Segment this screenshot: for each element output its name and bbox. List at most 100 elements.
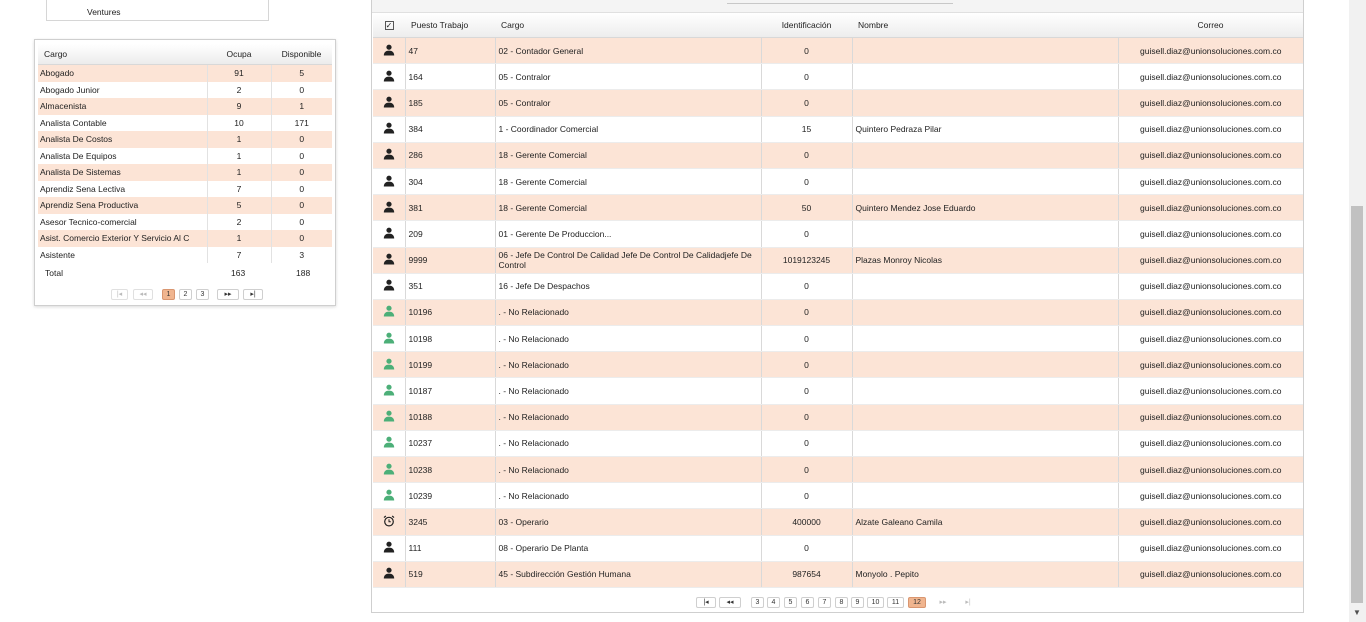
alarm-clock-icon[interactable] (383, 515, 395, 529)
company-selector[interactable]: Ventures (46, 0, 269, 21)
row-status-cell[interactable] (373, 430, 406, 458)
grid-pager-next-button[interactable]: ▸▸ (932, 597, 954, 608)
grid-pager-last-button[interactable]: ▸| (958, 597, 978, 608)
grid-header-nombre[interactable]: Nombre (852, 13, 1118, 38)
user-green-icon[interactable] (383, 436, 395, 450)
grid-pager-first-button[interactable]: |◂ (696, 597, 716, 608)
user-dark-icon[interactable] (383, 567, 395, 581)
checkbox-icon[interactable]: ✓ (384, 21, 394, 30)
table-row[interactable]: 185 05 - Contralor 0 guisell.diaz@unionsolu… (373, 89, 1303, 117)
row-status-cell[interactable] (373, 247, 406, 274)
row-status-cell[interactable] (373, 299, 406, 327)
table-row[interactable]: 351 16 - Jefe De Despachos 0 guisell.diaz@u… (373, 273, 1303, 300)
grid-pager-page-10[interactable]: 10 (867, 597, 884, 608)
grid-pager-page-11[interactable]: 11 (887, 597, 904, 608)
user-dark-icon[interactable] (383, 253, 395, 267)
summary-pager-first-button[interactable]: |◂ (111, 289, 128, 300)
table-row[interactable]: 111 08 - Operario De Planta 0 guisell.diaz@… (373, 535, 1303, 562)
grid-pager-page-12[interactable]: 12 (908, 597, 926, 608)
table-row[interactable]: 209 01 - Gerente De Produccion... 0 guisell… (373, 220, 1303, 248)
user-dark-icon[interactable] (383, 201, 395, 215)
row-status-cell[interactable] (373, 535, 406, 562)
table-row[interactable]: 9999 06 - Jefe De Control De Calidad Jefe… (373, 247, 1303, 274)
user-dark-icon[interactable] (383, 541, 395, 555)
row-status-cell[interactable] (373, 194, 406, 222)
grid-pager-page-4[interactable]: 4 (767, 597, 780, 608)
table-row[interactable]: 286 18 - Gerente Comercial 0 guisell.diaz@u… (373, 142, 1303, 169)
table-row[interactable]: 10196. - No Relacionado 0 guisell.diaz@uni… (373, 299, 1303, 327)
user-dark-icon[interactable] (383, 175, 395, 189)
table-row[interactable]: 164 05 - Contralor 0 guisell.diaz@unionsolu… (373, 63, 1303, 91)
grid-pager-page-5[interactable]: 5 (784, 597, 797, 608)
summary-row[interactable]: Asist. Comercio Exterior Y Servicio Al C… (38, 230, 332, 247)
row-status-cell[interactable] (373, 561, 406, 588)
table-row[interactable]: 384 1 - Coordinador Comercial 15 Quintero P… (373, 116, 1303, 143)
summary-header-cargo[interactable]: Cargo (38, 44, 207, 65)
user-dark-icon[interactable] (383, 44, 395, 58)
page-scrollbar[interactable]: ▼ (1349, 0, 1366, 622)
user-green-icon[interactable] (383, 489, 395, 503)
row-status-cell[interactable] (373, 377, 406, 405)
row-status-cell[interactable] (373, 220, 406, 248)
row-status-cell[interactable] (373, 168, 406, 196)
grid-pager-page-8[interactable]: 8 (835, 597, 848, 608)
summary-row[interactable]: Analista De Equipos 1 0 (38, 147, 332, 164)
user-green-icon[interactable] (383, 305, 395, 319)
user-dark-icon[interactable] (383, 279, 395, 293)
scroll-down-arrow-icon[interactable]: ▼ (1353, 608, 1361, 617)
grid-header-identificacion[interactable]: Identificación (761, 13, 852, 38)
grid-header-correo[interactable]: Correo (1118, 13, 1303, 38)
summary-row[interactable]: Aprendiz Sena Lectiva 7 0 (38, 180, 332, 197)
summary-header-disponible[interactable]: Disponible (271, 44, 332, 65)
table-row[interactable]: 304 18 - Gerente Comercial 0 guisell.diaz@u… (373, 168, 1303, 196)
grid-pager-prev-button[interactable]: ◂◂ (719, 597, 741, 608)
summary-row[interactable]: Analista De Sistemas 1 0 (38, 164, 332, 181)
row-status-cell[interactable] (373, 37, 406, 65)
table-row[interactable]: 3245 03 - Operario 400000 Alzate Galeano Ca… (373, 508, 1303, 536)
summary-pager-page-3[interactable]: 3 (196, 289, 209, 300)
user-dark-icon[interactable] (383, 148, 395, 162)
grid-pager-page-9[interactable]: 9 (851, 597, 864, 608)
select-all-checkbox[interactable]: ✓ (373, 13, 405, 38)
table-row[interactable]: 10187. - No Relacionado 0 guisell.diaz@uni… (373, 377, 1303, 405)
user-green-icon[interactable] (383, 332, 395, 346)
table-row[interactable]: 10239. - No Relacionado 0 guisell.diaz@uni… (373, 482, 1303, 510)
scrollbar-thumb[interactable] (1351, 206, 1363, 603)
table-row[interactable]: 10199. - No Relacionado 0 guisell.diaz@uni… (373, 351, 1303, 379)
table-row[interactable]: 10237. - No Relacionado 0 guisell.diaz@uni… (373, 430, 1303, 458)
table-row[interactable]: 519 45 - Subdirección Gestión Humana 98765… (373, 561, 1303, 588)
table-row[interactable]: 10188. - No Relacionado 0 guisell.diaz@uni… (373, 404, 1303, 431)
row-status-cell[interactable] (373, 404, 406, 431)
summary-row[interactable]: Almacenista 9 1 (38, 98, 332, 115)
grid-pager-page-3[interactable]: 3 (751, 597, 764, 608)
summary-row[interactable]: Abogado Junior 2 0 (38, 81, 332, 98)
summary-row[interactable]: Asesor Tecnico-comercial 2 0 (38, 213, 332, 230)
user-dark-icon[interactable] (383, 227, 395, 241)
user-dark-icon[interactable] (383, 70, 395, 84)
summary-pager-next-button[interactable]: ▸▸ (217, 289, 239, 300)
row-status-cell[interactable] (373, 482, 406, 510)
summary-pager-page-2[interactable]: 2 (179, 289, 192, 300)
summary-row[interactable]: Abogado 91 5 (38, 64, 332, 82)
row-status-cell[interactable] (373, 116, 406, 143)
row-status-cell[interactable] (373, 325, 406, 353)
table-row[interactable]: 381 18 - Gerente Comercial 50 Quintero Mend… (373, 194, 1303, 222)
summary-pager-page-1[interactable]: 1 (162, 289, 175, 300)
grid-pager-page-7[interactable]: 7 (818, 597, 831, 608)
row-status-cell[interactable] (373, 63, 406, 91)
summary-row[interactable]: Aprendiz Sena Productiva 5 0 (38, 197, 332, 214)
table-row[interactable]: 10238. - No Relacionado 0 guisell.diaz@uni… (373, 456, 1303, 484)
user-dark-icon[interactable] (383, 96, 395, 110)
grid-header-cargo[interactable]: Cargo (495, 13, 761, 38)
user-green-icon[interactable] (383, 384, 395, 398)
grid-pager-page-6[interactable]: 6 (801, 597, 814, 608)
table-row[interactable]: 10198. - No Relacionado 0 guisell.diaz@uni… (373, 325, 1303, 353)
row-status-cell[interactable] (373, 508, 406, 536)
row-status-cell[interactable] (373, 142, 406, 169)
row-status-cell[interactable] (373, 351, 406, 379)
row-status-cell[interactable] (373, 89, 406, 117)
summary-row[interactable]: Analista De Costos 1 0 (38, 131, 332, 148)
summary-row[interactable]: Analista Contable 10 171 (38, 114, 332, 131)
row-status-cell[interactable] (373, 456, 406, 484)
table-row[interactable]: 47 02 - Contador General 0 guisell.diaz@uni… (373, 37, 1303, 65)
